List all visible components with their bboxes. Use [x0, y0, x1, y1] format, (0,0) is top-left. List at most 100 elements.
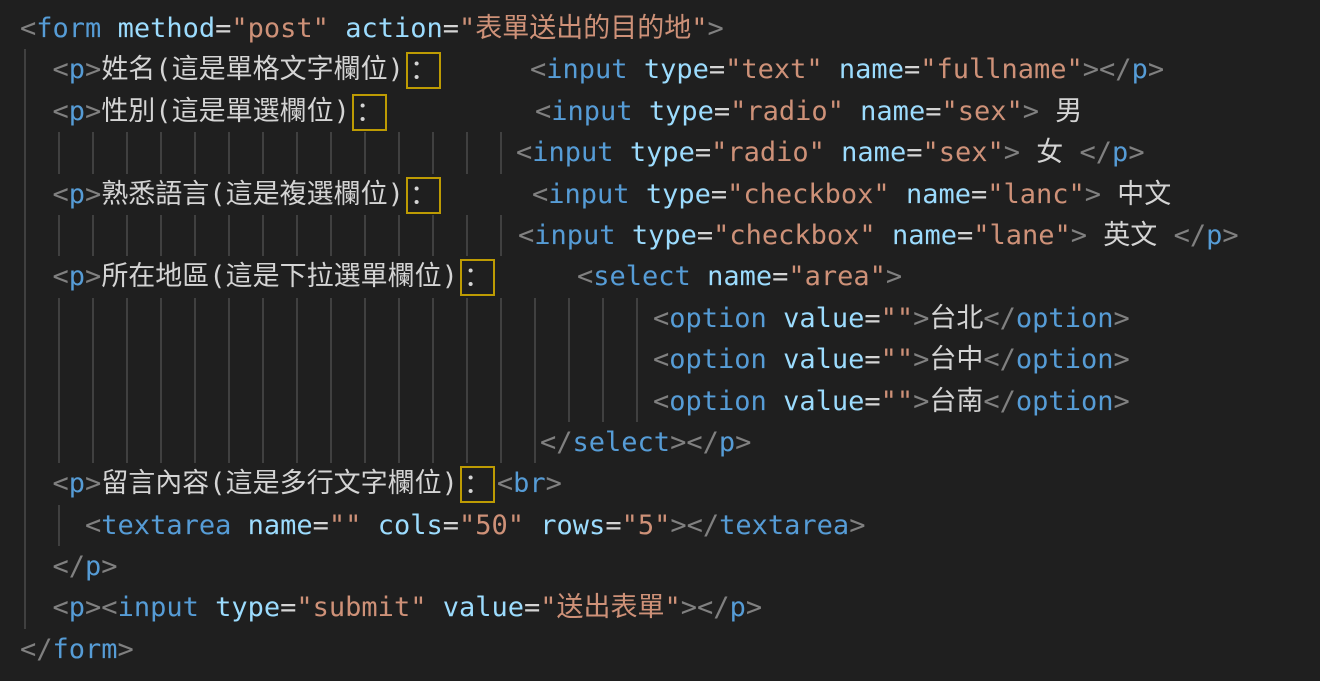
- code-token-str: "": [881, 386, 914, 417]
- code-line[interactable]: <input type="radio" name="sex"> 女 </p>: [20, 132, 1320, 173]
- indent-guide: [58, 339, 60, 380]
- code-line[interactable]: <p>性別(這是單選欄位)：<input type="radio" name="…: [20, 91, 1320, 132]
- code-token-pun: <: [497, 468, 513, 499]
- code-token-eq: =: [711, 179, 727, 210]
- code-token-txt: 台北: [929, 303, 983, 334]
- code-token-attr: name: [839, 54, 904, 85]
- indent-guide: [194, 298, 196, 339]
- indent-guide: [24, 215, 26, 256]
- code-token-pun: </: [1080, 137, 1113, 168]
- code-token-tag: form: [36, 13, 101, 44]
- code-token-eq: =: [714, 96, 730, 127]
- code-token-tag: p: [719, 427, 735, 458]
- code-line[interactable]: </select></p>: [20, 422, 1320, 463]
- code-token-eq: =: [443, 13, 459, 44]
- indent-guide: [24, 174, 26, 215]
- code-line[interactable]: </form>: [20, 629, 1320, 670]
- code-token-tag: form: [53, 634, 118, 665]
- code-token-str: "lanc": [987, 179, 1085, 210]
- code-editor[interactable]: <form method="post" action="表單送出的目的地"> <…: [0, 0, 1320, 681]
- code-token-str: "area": [788, 261, 886, 292]
- code-segment: <p>性別(這是單選欄位)：: [20, 96, 389, 127]
- indent-guide: [432, 298, 434, 339]
- code-token-txt: [616, 220, 632, 251]
- code-token-pun: </: [983, 303, 1016, 334]
- code-token-pun: ></: [1083, 54, 1132, 85]
- indent-guide: [126, 132, 128, 173]
- code-token-tag: p: [69, 261, 85, 292]
- code-line[interactable]: <option value="">台北</option>: [20, 298, 1320, 339]
- code-token-tag: option: [669, 386, 767, 417]
- indent-guide: [466, 422, 468, 463]
- code-segment: <option value="">台中</option>: [653, 339, 1130, 380]
- code-line[interactable]: <option value="">台中</option>: [20, 339, 1320, 380]
- code-token-txt: 性別(這是單選欄位): [101, 96, 350, 127]
- code-token-pun: >: [1004, 137, 1020, 168]
- code-token-tag: select: [573, 427, 671, 458]
- code-line[interactable]: <p>熟悉語言(這是複選欄位)：<input type="checkbox" n…: [20, 174, 1320, 215]
- indent-guide: [24, 422, 26, 463]
- code-line[interactable]: <p>姓名(這是單格文字欄位)：<input type="text" name=…: [20, 49, 1320, 90]
- code-line[interactable]: <input type="checkbox" name="lane"> 英文 <…: [20, 215, 1320, 256]
- code-token-eq: =: [709, 54, 725, 85]
- code-token-attr: type: [646, 179, 711, 210]
- code-token-pun: >: [101, 551, 117, 582]
- code-token-txt: [825, 137, 841, 168]
- code-token-eq: =: [957, 220, 973, 251]
- code-token-attr: type: [649, 96, 714, 127]
- indent-guide: [24, 546, 26, 587]
- code-token-pun: <: [535, 96, 551, 127]
- code-token-tag: p: [1132, 54, 1148, 85]
- code-token-tag: p: [69, 468, 85, 499]
- code-token-txt: [361, 510, 377, 541]
- code-token-pun: >: [1071, 220, 1087, 251]
- indent-guide: [194, 381, 196, 422]
- code-token-txt: [844, 96, 860, 127]
- code-token-pun: >: [708, 13, 724, 44]
- code-token-pun: <: [53, 179, 69, 210]
- indent-guide: [500, 422, 502, 463]
- code-token-attr: type: [215, 592, 280, 623]
- indent-guide: [24, 49, 26, 90]
- code-token-str: "lane": [973, 220, 1071, 251]
- indent-guide: [228, 339, 230, 380]
- code-token-txt: 台南: [929, 386, 983, 417]
- indent-guide: [500, 339, 502, 380]
- code-line[interactable]: <p>所在地區(這是下拉選單欄位)：<select name="area">: [20, 256, 1320, 297]
- code-token-pun: >: [849, 510, 865, 541]
- indent-guide: [92, 298, 94, 339]
- code-token-pun: ></: [670, 510, 719, 541]
- code-line[interactable]: <p>留言內容(這是多行文字欄位)：<br>: [20, 463, 1320, 504]
- code-token-str: "checkbox": [727, 179, 890, 210]
- indent-guide: [398, 339, 400, 380]
- code-token-pun: </: [983, 344, 1016, 375]
- code-line[interactable]: <textarea name="" cols="50" rows="5"></t…: [20, 505, 1320, 546]
- indent-guide: [330, 215, 332, 256]
- indent-guide: [330, 132, 332, 173]
- indent-guide: [194, 422, 196, 463]
- code-line[interactable]: <p><input type="submit" value="送出表單"></p…: [20, 587, 1320, 628]
- code-token-tag: input: [548, 179, 629, 210]
- code-line[interactable]: </p>: [20, 546, 1320, 587]
- code-token-str: "表單送出的目的地": [459, 13, 708, 44]
- code-token-attr: rows: [540, 510, 605, 541]
- code-token-tag: p: [1112, 137, 1128, 168]
- code-token-attr: name: [707, 261, 772, 292]
- code-line[interactable]: <form method="post" action="表單送出的目的地">: [20, 8, 1320, 49]
- code-token-txt: 留言內容(這是多行文字欄位): [101, 468, 458, 499]
- code-segment: <select name="area">: [577, 256, 902, 297]
- indent-guide: [194, 215, 196, 256]
- indent-guide: [58, 505, 60, 546]
- code-token-pun: >: [913, 303, 929, 334]
- indent-guide: [92, 215, 94, 256]
- indent-guide: [126, 339, 128, 380]
- code-token-eq: =: [605, 510, 621, 541]
- indent-guide: [602, 339, 604, 380]
- code-segment: </p>: [20, 551, 118, 582]
- code-token-pun: ><: [85, 592, 118, 623]
- code-token-tag: select: [593, 261, 691, 292]
- code-token-pun: >: [118, 634, 134, 665]
- code-line[interactable]: <option value="">台南</option>: [20, 381, 1320, 422]
- indent-guide: [398, 298, 400, 339]
- code-segment: <option value="">台北</option>: [653, 298, 1130, 339]
